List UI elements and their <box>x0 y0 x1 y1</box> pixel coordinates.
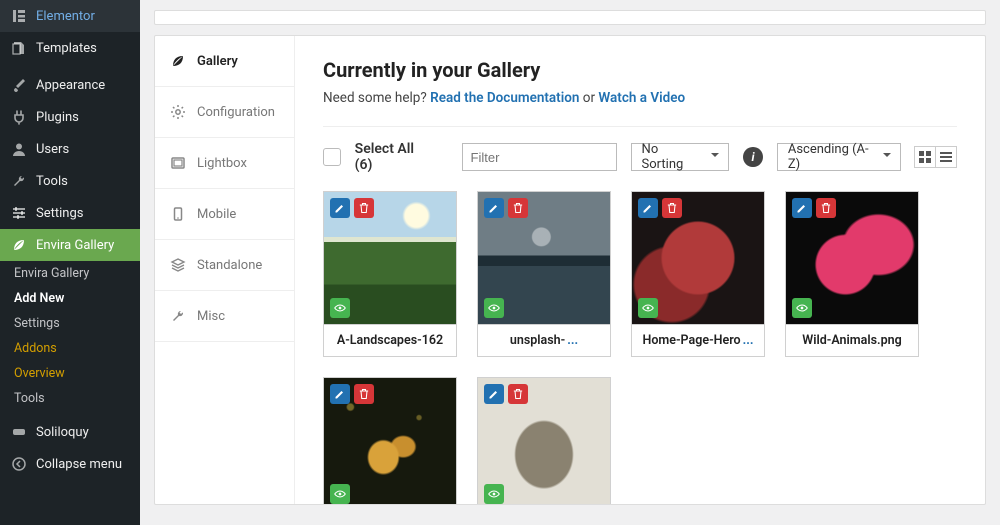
metabox-sliver <box>154 10 986 25</box>
main-area: Gallery Configuration Lightbox Mobile St… <box>140 0 1000 525</box>
delete-button[interactable] <box>354 198 374 218</box>
sidebar-sub-add-new[interactable]: Add New <box>0 286 140 311</box>
gallery-toolbar: Select All (6) No Sorting i Ascending (A… <box>323 141 957 173</box>
edit-button[interactable] <box>484 198 504 218</box>
wp-admin-sidebar: Elementor Templates Appearance Plugins U… <box>0 0 140 525</box>
gear-icon <box>169 103 187 121</box>
content-heading: Currently in your Gallery <box>323 58 957 82</box>
sidebar-sub-addons[interactable]: Addons <box>0 336 140 361</box>
sidebar-item-envira-gallery[interactable]: Envira Gallery <box>0 229 140 261</box>
gallery-tab-gallery: Gallery <box>155 36 294 87</box>
gallery-tab-mobile[interactable]: Mobile <box>155 189 294 240</box>
sidebar-sub-tools[interactable]: Tools <box>0 386 140 411</box>
templates-icon <box>10 39 28 57</box>
gallery-grid: A-Landscapes-162 unsplash-... Home-Page-He… <box>323 191 957 504</box>
gallery-thumb <box>477 191 611 325</box>
sidebar-sub-envira-gallery[interactable]: Envira Gallery <box>0 261 140 286</box>
sidebar-item-elementor[interactable]: Elementor <box>0 0 140 32</box>
elementor-icon <box>10 7 28 25</box>
delete-button[interactable] <box>816 198 836 218</box>
sidebar-item-settings[interactable]: Settings <box>0 197 140 229</box>
leaf-icon <box>169 52 187 70</box>
gallery-caption: A-Landscapes-162 <box>323 325 457 357</box>
standalone-icon <box>169 256 187 274</box>
divider <box>323 126 957 127</box>
select-all-checkbox[interactable] <box>323 148 341 166</box>
gallery-tabs: Gallery Configuration Lightbox Mobile St… <box>155 36 295 504</box>
brush-icon <box>10 76 28 94</box>
preview-button[interactable] <box>330 298 350 318</box>
docs-link[interactable]: Read the Documentation <box>430 90 579 106</box>
wrench-icon <box>10 172 28 190</box>
gallery-thumb <box>631 191 765 325</box>
collapse-icon <box>10 455 28 473</box>
delete-button[interactable] <box>354 384 374 404</box>
edit-button[interactable] <box>330 198 350 218</box>
delete-button[interactable] <box>508 198 528 218</box>
gallery-card[interactable]: Wild-Animals.png <box>785 191 919 357</box>
sidebar-item-soliloquy[interactable]: Soliloquy <box>0 416 140 448</box>
gallery-card[interactable]: Nature.png <box>323 377 457 504</box>
sidebar-item-appearance[interactable]: Appearance <box>0 69 140 101</box>
lightbox-icon <box>169 154 187 172</box>
gallery-thumb <box>323 191 457 325</box>
preview-button[interactable] <box>792 298 812 318</box>
gallery-caption: unsplash-... <box>477 325 611 357</box>
delete-button[interactable] <box>508 384 528 404</box>
plug-icon <box>10 108 28 126</box>
grid-view-button[interactable] <box>914 146 936 168</box>
sliders-icon <box>10 204 28 222</box>
gallery-card[interactable]: Home-Page-Hero... <box>631 191 765 357</box>
soliloquy-icon <box>10 423 28 441</box>
preview-button[interactable] <box>484 484 504 504</box>
order-dropdown[interactable]: Ascending (A-Z) <box>777 143 901 171</box>
help-line: Need some help? Read the Documentation o… <box>323 90 957 106</box>
preview-button[interactable] <box>638 298 658 318</box>
sidebar-item-collapse[interactable]: Collapse menu <box>0 448 140 480</box>
gallery-tab-standalone[interactable]: Standalone <box>155 240 294 291</box>
sidebar-sub-settings[interactable]: Settings <box>0 311 140 336</box>
edit-button[interactable] <box>484 384 504 404</box>
filter-input[interactable] <box>462 143 617 171</box>
edit-button[interactable] <box>638 198 658 218</box>
user-icon <box>10 140 28 158</box>
gallery-card[interactable]: Pets-BG.png <box>477 377 611 504</box>
gallery-tab-configuration[interactable]: Configuration <box>155 87 294 138</box>
sort-dropdown[interactable]: No Sorting <box>631 143 730 171</box>
delete-button[interactable] <box>662 198 682 218</box>
gallery-tab-lightbox[interactable]: Lightbox <box>155 138 294 189</box>
preview-button[interactable] <box>330 484 350 504</box>
gallery-panel: Gallery Configuration Lightbox Mobile St… <box>154 35 986 505</box>
gallery-card[interactable]: unsplash-... <box>477 191 611 357</box>
gallery-caption: Home-Page-Hero... <box>631 325 765 357</box>
leaf-icon <box>10 236 28 254</box>
gallery-thumb <box>785 191 919 325</box>
video-link[interactable]: Watch a Video <box>598 90 685 106</box>
gallery-card[interactable]: A-Landscapes-162 <box>323 191 457 357</box>
view-toggle <box>915 146 957 168</box>
gallery-content: Currently in your Gallery Need some help… <box>295 36 985 504</box>
sidebar-item-templates[interactable]: Templates <box>0 32 140 64</box>
mobile-icon <box>169 205 187 223</box>
sidebar-item-tools[interactable]: Tools <box>0 165 140 197</box>
preview-button[interactable] <box>484 298 504 318</box>
gallery-thumb <box>477 377 611 504</box>
sidebar-sub-overview[interactable]: Overview <box>0 361 140 386</box>
info-icon[interactable]: i <box>743 147 763 167</box>
gallery-caption: Wild-Animals.png <box>785 325 919 357</box>
select-all-label: Select All (6) <box>355 141 434 173</box>
list-view-button[interactable] <box>935 146 957 168</box>
misc-icon <box>169 307 187 325</box>
edit-button[interactable] <box>330 384 350 404</box>
gallery-thumb <box>323 377 457 504</box>
sidebar-item-users[interactable]: Users <box>0 133 140 165</box>
edit-button[interactable] <box>792 198 812 218</box>
sidebar-item-plugins[interactable]: Plugins <box>0 101 140 133</box>
gallery-tab-misc[interactable]: Misc <box>155 291 294 342</box>
